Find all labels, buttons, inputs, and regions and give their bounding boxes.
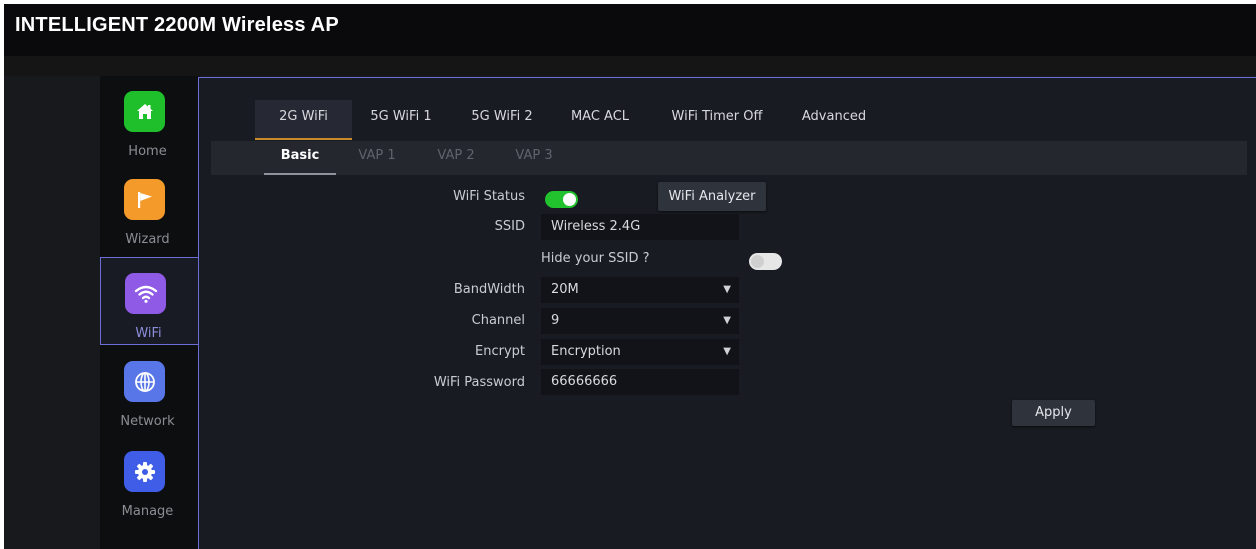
tab-5g-wifi-1[interactable]: 5G WiFi 1: [356, 100, 446, 140]
tab-5g-wifi-2[interactable]: 5G WiFi 2: [457, 100, 547, 140]
header-bar: INTELLIGENT 2200M Wireless AP: [4, 4, 1256, 56]
gear-icon: [124, 451, 165, 492]
header-band: [4, 56, 1256, 76]
sidebar-item-label: Network: [120, 414, 175, 429]
ssid-label: SSID: [494, 219, 525, 234]
subtab-basic[interactable]: Basic: [264, 141, 336, 175]
main-panel: 2G WiFi 5G WiFi 1 5G WiFi 2 MAC ACL WiFi…: [198, 77, 1256, 549]
bandwidth-value: 20M: [551, 282, 579, 297]
hide-ssid-toggle[interactable]: [749, 253, 782, 270]
toggle-knob: [563, 193, 576, 206]
chevron-down-icon: ▼: [723, 284, 731, 295]
home-icon: [124, 91, 165, 132]
sidebar-item-network[interactable]: Network: [100, 346, 200, 434]
wifi-status-toggle[interactable]: [545, 191, 578, 208]
app-window: INTELLIGENT 2200M Wireless AP Home Wizar…: [4, 4, 1256, 549]
sidebar-item-label: Home: [128, 144, 167, 159]
wifi-password-label: WiFi Password: [433, 375, 525, 390]
wifi-analyzer-button[interactable]: WiFi Analyzer: [658, 182, 766, 211]
tab-mac-acl[interactable]: MAC ACL: [555, 100, 645, 140]
sidebar-item-manage[interactable]: Manage: [100, 436, 200, 524]
subtab-bar: Basic VAP 1 VAP 2 VAP 3: [211, 141, 1247, 175]
encrypt-value: Encryption: [551, 344, 621, 359]
ssid-input[interactable]: [541, 214, 739, 240]
tab-2g-wifi[interactable]: 2G WiFi: [255, 100, 352, 140]
bandwidth-label: BandWidth: [453, 282, 525, 297]
channel-value: 9: [551, 313, 560, 328]
flag-icon: [124, 179, 165, 220]
hide-ssid-label: Hide your SSID ?: [541, 251, 650, 266]
app-title: INTELLIGENT 2200M Wireless AP: [15, 14, 339, 36]
globe-icon: [124, 361, 165, 402]
subtab-vap-2[interactable]: VAP 2: [419, 141, 493, 175]
tab-advanced[interactable]: Advanced: [785, 100, 883, 140]
toggle-knob: [751, 255, 764, 268]
sidebar-item-wifi[interactable]: WiFi: [100, 257, 201, 345]
sidebar: Home Wizard WiFi Network Manage: [100, 76, 201, 549]
wifi-status-label: WiFi Status: [453, 189, 525, 204]
channel-label: Channel: [471, 313, 525, 328]
chevron-down-icon: ▼: [723, 315, 731, 326]
subtab-vap-1[interactable]: VAP 1: [340, 141, 414, 175]
sidebar-item-label: WiFi: [135, 326, 162, 341]
tab-wifi-timer-off[interactable]: WiFi Timer Off: [657, 100, 777, 140]
channel-select[interactable]: 9 ▼: [541, 308, 739, 334]
wifi-password-input[interactable]: [541, 369, 739, 395]
sidebar-item-wizard[interactable]: Wizard: [100, 164, 200, 252]
chevron-down-icon: ▼: [723, 346, 731, 357]
sidebar-item-label: Wizard: [125, 232, 170, 247]
sidebar-item-home[interactable]: Home: [100, 76, 200, 164]
wifi-icon: [125, 273, 166, 314]
sidebar-item-label: Manage: [121, 504, 174, 519]
encrypt-label: Encrypt: [475, 344, 525, 359]
bandwidth-select[interactable]: 20M ▼: [541, 277, 739, 303]
encrypt-select[interactable]: Encryption ▼: [541, 339, 739, 365]
subtab-vap-3[interactable]: VAP 3: [497, 141, 571, 175]
apply-button[interactable]: Apply: [1012, 400, 1095, 426]
